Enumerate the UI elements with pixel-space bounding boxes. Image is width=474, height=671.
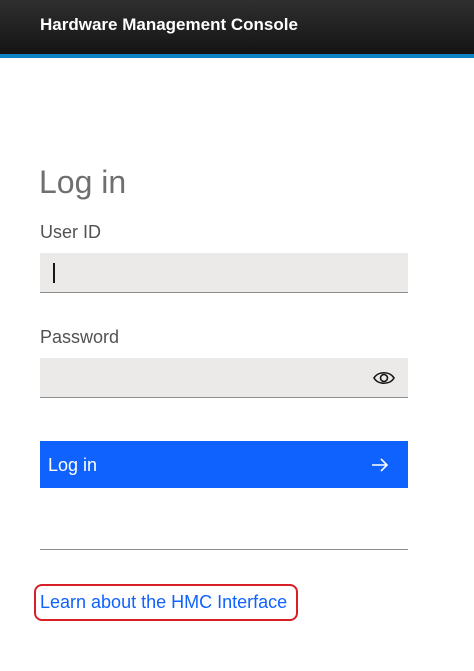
- arrow-right-icon: [370, 455, 390, 475]
- app-header: Hardware Management Console: [0, 0, 474, 58]
- divider: [40, 549, 408, 550]
- login-button-label: Log in: [48, 455, 98, 475]
- eye-icon[interactable]: [372, 368, 396, 388]
- user-id-label: User ID: [40, 222, 102, 242]
- password-field[interactable]: [40, 358, 408, 398]
- password-label: Password: [40, 327, 120, 347]
- learn-hmc-link[interactable]: Learn about the HMC Interface: [40, 591, 287, 613]
- user-id-field[interactable]: [40, 253, 408, 293]
- app-title: Hardware Management Console: [40, 15, 298, 34]
- login-button[interactable]: Log in: [40, 441, 408, 488]
- login-title: Log in: [39, 164, 127, 200]
- text-cursor: [53, 263, 55, 283]
